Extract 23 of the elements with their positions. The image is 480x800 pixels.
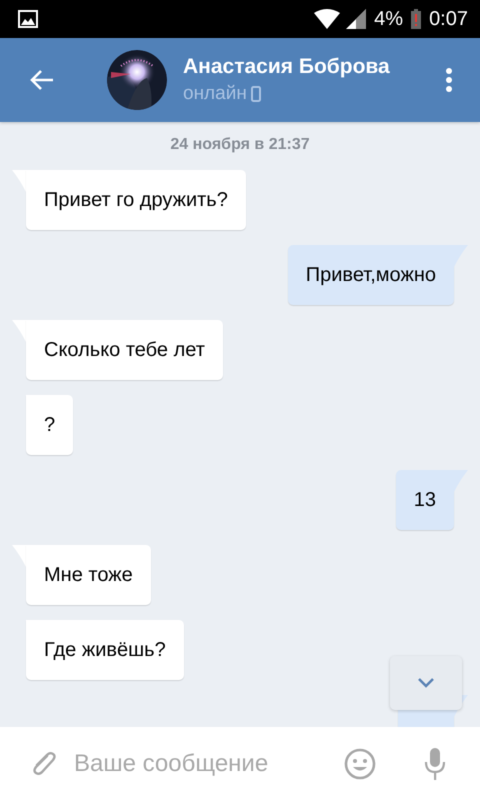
online-status: онлайн — [183, 83, 247, 105]
message-bubble: Где живёшь? — [26, 620, 184, 680]
battery-percent: 4% — [374, 8, 404, 30]
clock-time: 0:07 — [429, 8, 468, 30]
message-bubble: 13 — [396, 470, 454, 530]
phone-icon — [250, 86, 261, 102]
message-bubble: Привет го дружить? — [26, 170, 246, 230]
message-bubble: ? — [26, 395, 74, 455]
wifi-icon — [314, 9, 340, 29]
date-label: 24 ноября в 21:37 — [169, 136, 311, 154]
chevron-down-icon — [417, 677, 435, 689]
message-bubble: Сколько тебе лет — [26, 320, 223, 380]
message-bubble: Привет,можно — [288, 245, 454, 305]
emoji-icon[interactable] — [344, 748, 376, 780]
menu-icon[interactable] — [445, 67, 453, 93]
signal-icon — [346, 9, 366, 29]
message-input-field[interactable]: Ваше сообщение — [74, 744, 344, 784]
message-bubble: Мне тоже — [26, 545, 151, 605]
back-arrow-icon[interactable] — [29, 69, 55, 91]
image-icon — [18, 10, 38, 28]
battery-icon — [411, 9, 422, 29]
microphone-icon[interactable] — [424, 748, 446, 780]
contact-name: Анастасия Боброва — [183, 55, 391, 79]
